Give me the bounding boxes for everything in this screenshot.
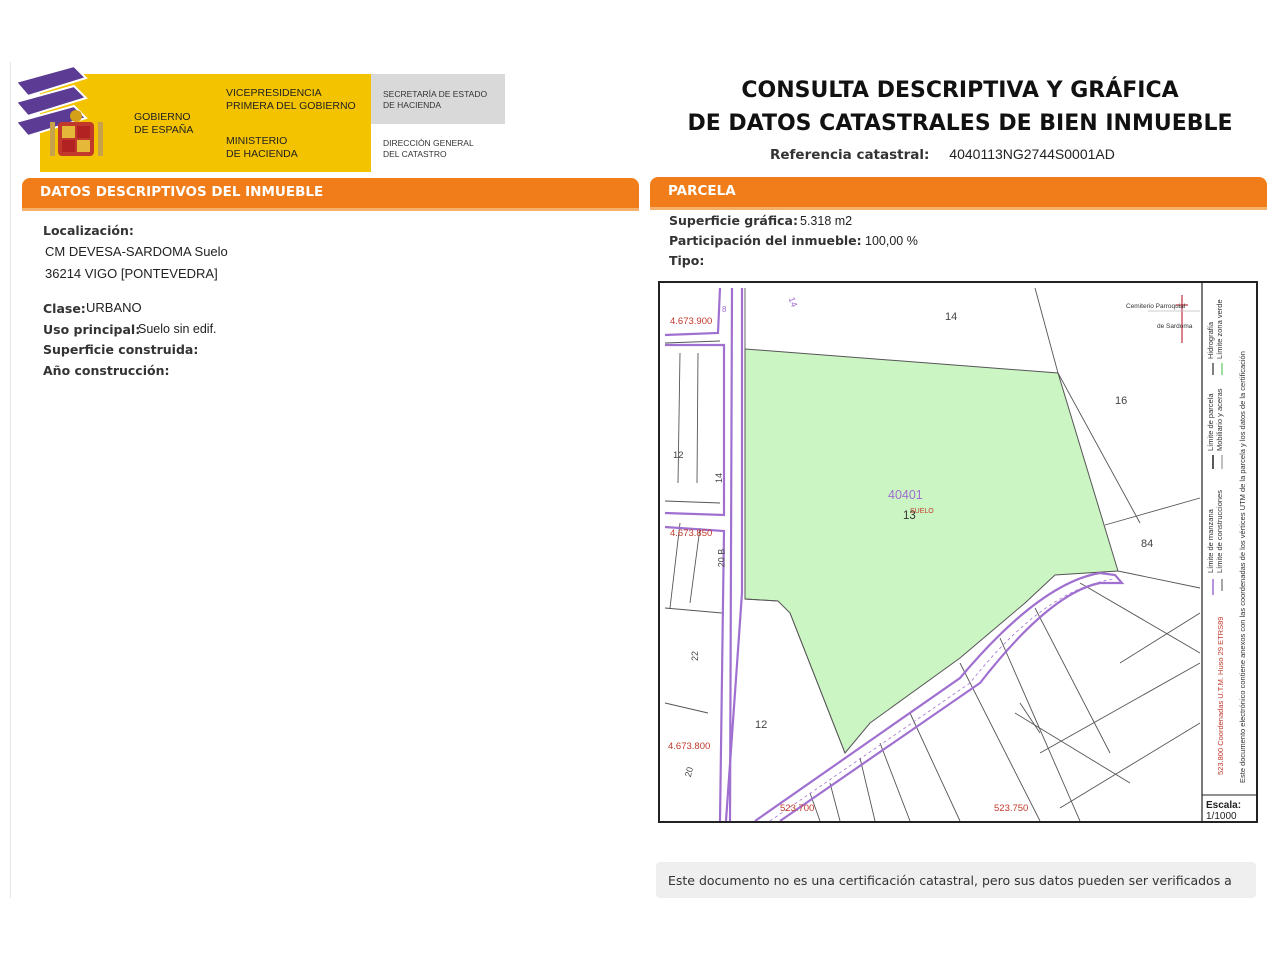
ministerio-text: Ministerio de Hacienda [226, 135, 298, 160]
section-datos-descriptivos: DATOS DESCRIPTIVOS DEL INMUEBLE [22, 178, 639, 208]
legend-construcciones: Límite de construcciones [1215, 490, 1224, 573]
superficie-grafica-label: Superficie gráfica: [669, 213, 798, 228]
label-8: 8 [722, 305, 727, 314]
parcel-id-label: 40401 [888, 488, 923, 502]
referencia-catastral: Referencia catastral: 4040113NG2744S0001… [770, 146, 1115, 163]
legend-doc-note: Este documento electrónico contiene anex… [1238, 351, 1247, 783]
legend-mobiliario: Mobiliario y aceras [1215, 388, 1224, 451]
uso-value: Suelo sin edif. [138, 322, 217, 336]
legend-coords-note: 523.800 Coordenadas U.T.M. Huso 29 ETRS8… [1216, 616, 1225, 775]
coat-of-arms-icon [14, 64, 103, 156]
coord-x-right: 523.750 [994, 803, 1029, 814]
legend-zona-verde: Límite zona verde [1215, 299, 1224, 359]
label-14-top: 14 [945, 311, 958, 323]
label-16: 16 [1115, 395, 1128, 407]
ref-label: Referencia catastral: [770, 147, 930, 163]
parcel-polygon [744, 348, 1119, 754]
participacion-value: 100,00 % [865, 234, 918, 248]
address-line-1: CM DEVESA-SARDOMA Suelo [45, 244, 228, 259]
section-underline [22, 208, 639, 211]
title-line-1: CONSULTA DESCRIPTIVA Y GRÁFICA [741, 78, 1179, 103]
section-parcela: PARCELA [650, 177, 1267, 207]
coord-x-left: 523.700 [780, 803, 815, 814]
superficie-construida-label: Superficie construida: [43, 342, 199, 357]
title-line-2: DE DATOS CATASTRALES DE BIEN INMUEBLE [687, 111, 1233, 136]
secretaria-text: Secretaría de Estado de Hacienda [383, 89, 488, 110]
legend-parcela: Límite de parcela [1206, 393, 1215, 451]
coord-y-mid: 4.673.850 [670, 528, 713, 539]
coord-y-bottom: 4.673.800 [668, 741, 711, 752]
ref-value: 4040113NG2744S0001AD [949, 146, 1115, 162]
suelo-label: SUELO [910, 508, 934, 515]
page-edge-line [10, 62, 11, 898]
legend-hidrografia: Hidrografía [1206, 321, 1215, 359]
participacion-label: Participación del inmueble: [669, 233, 862, 248]
label-12-bottom: 12 [755, 719, 768, 731]
gobierno-espana-text: Gobierno de España [134, 111, 194, 136]
label-20b: 20 B [716, 548, 727, 568]
label-22: 22 [690, 650, 701, 662]
section-underline-right [650, 207, 1267, 210]
verification-note-text: Este documento no es una certificación c… [668, 873, 1232, 888]
cadastral-map: 40401 13 SUELO 14 14 16 84 12 12 14 20 B… [658, 281, 1258, 823]
tipo-label: Tipo: [669, 253, 705, 268]
vicepresidencia-text: Vicepresidencia Primera del Gobierno [226, 87, 356, 112]
verification-note: Este documento no es una certificación c… [656, 862, 1256, 898]
ano-construccion-label: Año construcción: [43, 363, 170, 378]
superficie-grafica-value: 5.318 m2 [800, 214, 853, 228]
label-12-left: 12 [673, 450, 684, 461]
document-title: CONSULTA DESCRIPTIVA Y GRÁFICA DE DATOS … [660, 74, 1260, 140]
clase-label: Clase: [43, 301, 86, 316]
scale-label: Escala: [1206, 800, 1242, 811]
direccion-text: Dirección General del Catastro [383, 138, 474, 159]
coord-y-top: 4.673.900 [670, 316, 713, 327]
address-line-2: 36214 VIGO [PONTEVEDRA] [45, 266, 218, 281]
cemetery-label-1: Cemiterio Parroquial [1126, 303, 1186, 310]
scale-value: 1/1000 [1206, 811, 1237, 822]
legend-manzana: Límite de manzana [1206, 509, 1215, 573]
localizacion-label: Localización: [43, 223, 134, 238]
label-14-vertical: 14 [714, 472, 725, 484]
map-drawing [664, 283, 1256, 821]
label-84: 84 [1141, 538, 1154, 550]
clase-value: URBANO [86, 300, 142, 315]
cemetery-label-2: de Sardoma [1157, 323, 1193, 330]
uso-label: Uso principal: [43, 322, 141, 337]
